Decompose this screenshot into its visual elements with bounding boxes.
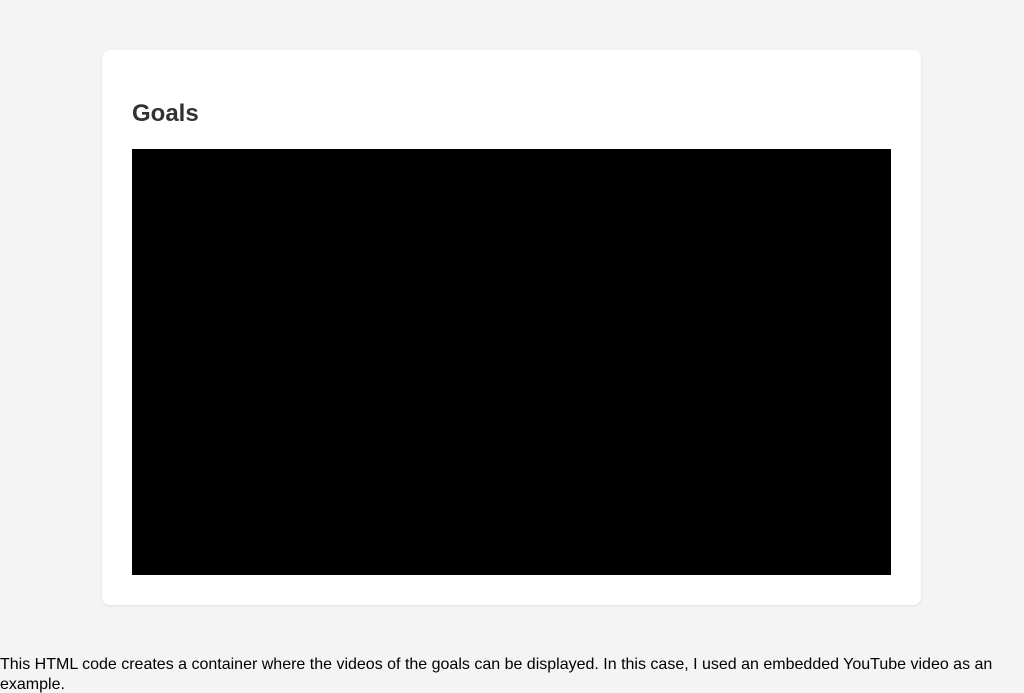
card-title: Goals [132, 100, 199, 127]
page: Goals This HTML code creates a container… [0, 0, 1024, 693]
goals-card: Goals [102, 50, 921, 605]
embedded-video-player[interactable] [132, 149, 891, 575]
footnote-text: This HTML code creates a container where… [0, 656, 993, 693]
